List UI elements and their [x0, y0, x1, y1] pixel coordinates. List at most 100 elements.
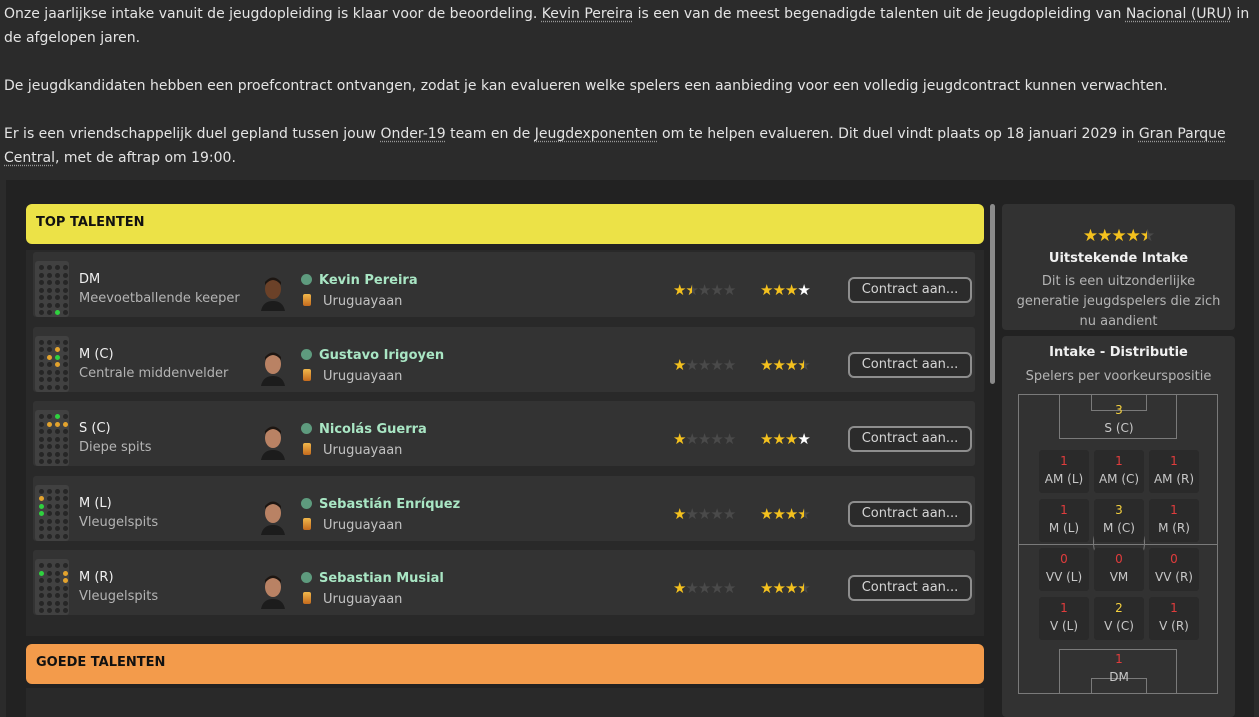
player-row[interactable]: DM Meevoetballende keeper Kevin Pereira Uru… — [33, 252, 975, 317]
pitch-dot — [47, 384, 52, 390]
player-name[interactable]: Gustavo Irigoyen — [319, 348, 444, 363]
potential-ability-stars: ★★★★ — [760, 430, 811, 448]
offer-contract-button[interactable]: Contract aan... — [848, 500, 972, 527]
player-avatar[interactable] — [259, 422, 287, 460]
pitch-dot — [55, 384, 60, 390]
position-count-cell: 1 M (L) — [1039, 499, 1089, 542]
pitch-dot — [39, 265, 44, 270]
intake-rating-title: Uitstekende Intake — [1048, 251, 1189, 266]
pitch-dot — [47, 414, 52, 419]
position-label: VV (L) — [1045, 570, 1083, 584]
pitch-dot — [55, 503, 60, 509]
pitch-dot — [39, 295, 44, 300]
intro-paragraph-2: De jeugdkandidaten hebben een proefcontr… — [4, 78, 1168, 94]
pitch-dot — [47, 436, 52, 442]
pitch-dot — [39, 563, 44, 568]
pitch-dot — [63, 436, 68, 442]
top-talents-header[interactable]: TOP TALENTEN — [26, 204, 984, 244]
star-icon: ★ — [760, 430, 773, 448]
pitch-dot — [39, 384, 44, 390]
player-name[interactable]: Sebastian Musial — [319, 571, 444, 586]
player-link[interactable]: Kevin Pereira — [542, 6, 633, 22]
good-talents-header[interactable]: GOEDE TALENTEN — [26, 644, 984, 684]
position-count: 1 — [1060, 503, 1068, 517]
intro-text: Onze jaarlijkse intake vanuit de jeugdop… — [4, 2, 1254, 170]
star-icon: ★ — [673, 579, 686, 597]
player-row[interactable]: M (C) Centrale middenvelder Gustavo Irigoy… — [33, 326, 975, 392]
player-avatar[interactable] — [259, 273, 287, 311]
list-scrollbar[interactable] — [990, 204, 995, 384]
player-row[interactable]: M (R) Vleugelspits Sebastian Musial Uruguay… — [33, 550, 975, 615]
star-icon: ★ — [760, 355, 773, 374]
empty-star-icon: ★ — [697, 504, 711, 523]
position-pitch-icon — [35, 261, 69, 317]
pitch-dot — [39, 488, 44, 494]
player-name[interactable]: Nicolás Guerra — [319, 422, 427, 437]
position-label: VV (R) — [1155, 570, 1193, 584]
position-count-cell: 0 VV (L) — [1039, 548, 1089, 591]
person-icon — [301, 497, 312, 509]
pitch-dot — [55, 600, 60, 606]
pitch-dot — [47, 339, 52, 345]
nationality-flag-icon — [303, 592, 311, 604]
pitch-dot — [39, 362, 44, 367]
pitch-dot — [55, 265, 60, 270]
position-count-cell: 1 AM (L) — [1039, 450, 1089, 493]
position-count-cell: 1 DM — [1094, 648, 1144, 691]
position-count: 1 — [1170, 601, 1178, 615]
position-count-cell: 3 M (C) — [1094, 499, 1144, 542]
pitch-dot — [47, 608, 52, 613]
pitch-dot — [47, 354, 52, 360]
club-link[interactable]: Nacional (URU) — [1126, 6, 1232, 22]
pitch-dot — [63, 526, 68, 531]
position-count-cell: 1 AM (R) — [1149, 450, 1199, 493]
empty-star-icon: ★ — [685, 430, 698, 448]
offer-contract-button[interactable]: Contract aan... — [848, 426, 972, 452]
pitch-dot — [47, 563, 52, 568]
pitch-dot — [47, 444, 52, 449]
position-label: AM (C) — [1098, 472, 1140, 486]
star-icon: ★ — [772, 281, 785, 299]
position-count: 1 — [1170, 454, 1178, 468]
star-icon: ★ — [784, 430, 798, 448]
team-link[interactable]: Onder-19 — [381, 126, 446, 142]
empty-star-icon: ★ — [710, 355, 723, 374]
player-row[interactable]: M (L) Vleugelspits Sebastián Enríquez Urugu… — [33, 475, 975, 541]
nationality-flag-icon — [303, 517, 311, 530]
pitch-dot — [55, 585, 60, 591]
empty-star-icon: ★ — [722, 504, 736, 523]
current-ability-stars: ★★★★★ — [673, 355, 736, 374]
nationality-flag-icon — [303, 368, 311, 381]
player-name[interactable]: Sebastián Enríquez — [319, 497, 460, 512]
opponent-link[interactable]: Jeugdexponenten — [535, 126, 658, 142]
position-label: V (R) — [1159, 619, 1189, 633]
pitch-dot — [39, 310, 44, 315]
position-label: VM — [1109, 570, 1129, 584]
pitch-diagram: 3 S (C) 1 AM (L) 1 AM (C) 1 AM (R) 1 M (L) 3 M (C) 1… — [1018, 394, 1218, 694]
star-icon: ★ — [772, 355, 785, 374]
player-avatar[interactable] — [259, 497, 287, 535]
offer-contract-button[interactable]: Contract aan... — [848, 351, 972, 378]
pitch-dot — [39, 444, 44, 449]
pitch-dot — [63, 421, 68, 427]
pitch-dot — [47, 272, 52, 278]
nationality-flag-icon — [303, 294, 311, 306]
player-name[interactable]: Kevin Pereira — [319, 273, 418, 288]
pitch-dot — [63, 377, 68, 382]
player-avatar[interactable] — [259, 571, 287, 609]
offer-contract-button[interactable]: Contract aan... — [848, 277, 972, 303]
pitch-dot — [55, 451, 60, 457]
pitch-dot — [63, 302, 68, 308]
player-avatar[interactable] — [259, 348, 287, 386]
pitch-dot — [63, 310, 68, 315]
pitch-dot — [63, 608, 68, 613]
pitch-dot — [47, 310, 52, 315]
pitch-dot — [39, 421, 44, 427]
player-row[interactable]: S (C) Diepe spits Nicolás Guerra Uruguayaan… — [33, 401, 975, 466]
pitch-dot — [47, 347, 52, 352]
pitch-dot — [55, 578, 60, 583]
offer-contract-button[interactable]: Contract aan... — [848, 575, 972, 601]
intake-stars: ★★★★★ — [1002, 226, 1235, 246]
pitch-dot — [39, 570, 44, 576]
pitch-dot — [47, 533, 52, 539]
